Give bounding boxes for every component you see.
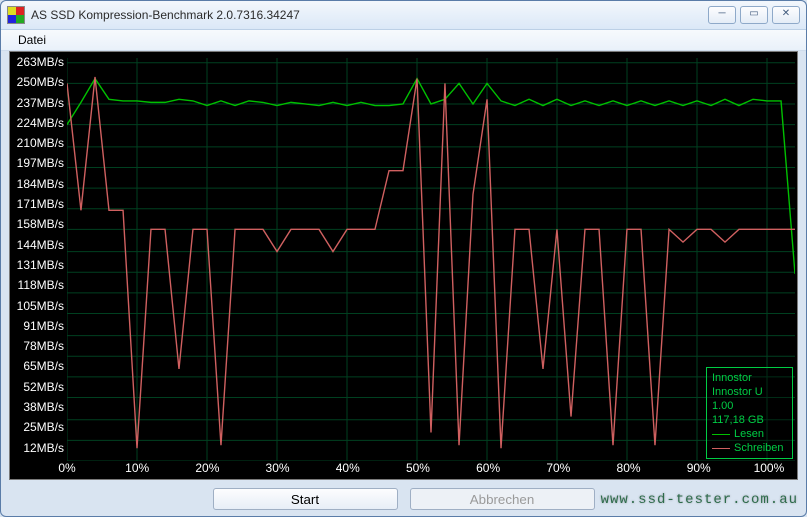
- x-tick-label: 100%: [754, 461, 785, 475]
- y-tick-label: 25MB/s: [12, 421, 64, 441]
- x-axis-labels: 0% 10% 20% 30% 40% 50% 60% 70% 80% 90% 100%: [10, 461, 797, 477]
- y-tick-label: 78MB/s: [12, 340, 64, 360]
- y-tick-label: 105MB/s: [12, 300, 64, 320]
- x-tick-label: 90%: [687, 461, 711, 475]
- legend-read-row: Lesen: [712, 427, 787, 441]
- legend-read-swatch: [712, 434, 730, 435]
- x-tick-label: 70%: [546, 461, 570, 475]
- close-button[interactable]: ✕: [772, 6, 800, 24]
- x-tick-label: 10%: [125, 461, 149, 475]
- y-tick-label: 263MB/s: [12, 56, 64, 76]
- legend-write-row: Schreiben: [712, 441, 787, 455]
- y-tick-label: 237MB/s: [12, 97, 64, 117]
- legend-device: Innostor Innostor U: [712, 371, 787, 399]
- y-tick-label: 38MB/s: [12, 401, 64, 421]
- x-tick-label: 40%: [336, 461, 360, 475]
- legend-box: Innostor Innostor U 1.00 117,18 GB Lesen…: [706, 367, 793, 459]
- menubar: Datei: [1, 30, 806, 51]
- legend-write-label: Schreiben: [734, 441, 784, 455]
- y-tick-label: 184MB/s: [12, 178, 64, 198]
- x-tick-label: 80%: [617, 461, 641, 475]
- x-tick-label: 30%: [266, 461, 290, 475]
- legend-capacity: 117,18 GB: [712, 413, 787, 427]
- minimize-button[interactable]: ─: [708, 6, 736, 24]
- button-bar: Start Abbrechen: [1, 488, 806, 510]
- menu-file[interactable]: Datei: [11, 32, 53, 48]
- y-tick-label: 65MB/s: [12, 360, 64, 380]
- y-axis-labels: 263MB/s250MB/s237MB/s224MB/s210MB/s197MB…: [12, 56, 64, 462]
- y-tick-label: 91MB/s: [12, 320, 64, 340]
- y-tick-label: 131MB/s: [12, 259, 64, 279]
- legend-read-label: Lesen: [734, 427, 764, 441]
- x-tick-label: 60%: [476, 461, 500, 475]
- app-icon: [7, 6, 25, 24]
- window-title: AS SSD Kompression-Benchmark 2.0.7316.34…: [31, 8, 708, 22]
- start-button[interactable]: Start: [213, 488, 398, 510]
- y-tick-label: 144MB/s: [12, 239, 64, 259]
- chart-svg: [67, 58, 795, 461]
- x-tick-label: 0%: [58, 461, 75, 475]
- maximize-button[interactable]: ▭: [740, 6, 768, 24]
- y-tick-label: 224MB/s: [12, 117, 64, 137]
- y-tick-label: 52MB/s: [12, 381, 64, 401]
- y-tick-label: 250MB/s: [12, 76, 64, 96]
- chart-area: 263MB/s250MB/s237MB/s224MB/s210MB/s197MB…: [9, 51, 798, 480]
- y-tick-label: 171MB/s: [12, 198, 64, 218]
- plot-area: [67, 58, 795, 461]
- y-tick-label: 197MB/s: [12, 157, 64, 177]
- cancel-button: Abbrechen: [410, 488, 595, 510]
- legend-version: 1.00: [712, 399, 787, 413]
- window-buttons: ─ ▭ ✕: [708, 6, 800, 24]
- y-tick-label: 210MB/s: [12, 137, 64, 157]
- x-tick-label: 20%: [195, 461, 219, 475]
- y-tick-label: 12MB/s: [12, 442, 64, 462]
- legend-write-swatch: [712, 448, 730, 449]
- y-tick-label: 118MB/s: [12, 279, 64, 299]
- titlebar: AS SSD Kompression-Benchmark 2.0.7316.34…: [1, 1, 806, 30]
- y-tick-label: 158MB/s: [12, 218, 64, 238]
- x-tick-label: 50%: [406, 461, 430, 475]
